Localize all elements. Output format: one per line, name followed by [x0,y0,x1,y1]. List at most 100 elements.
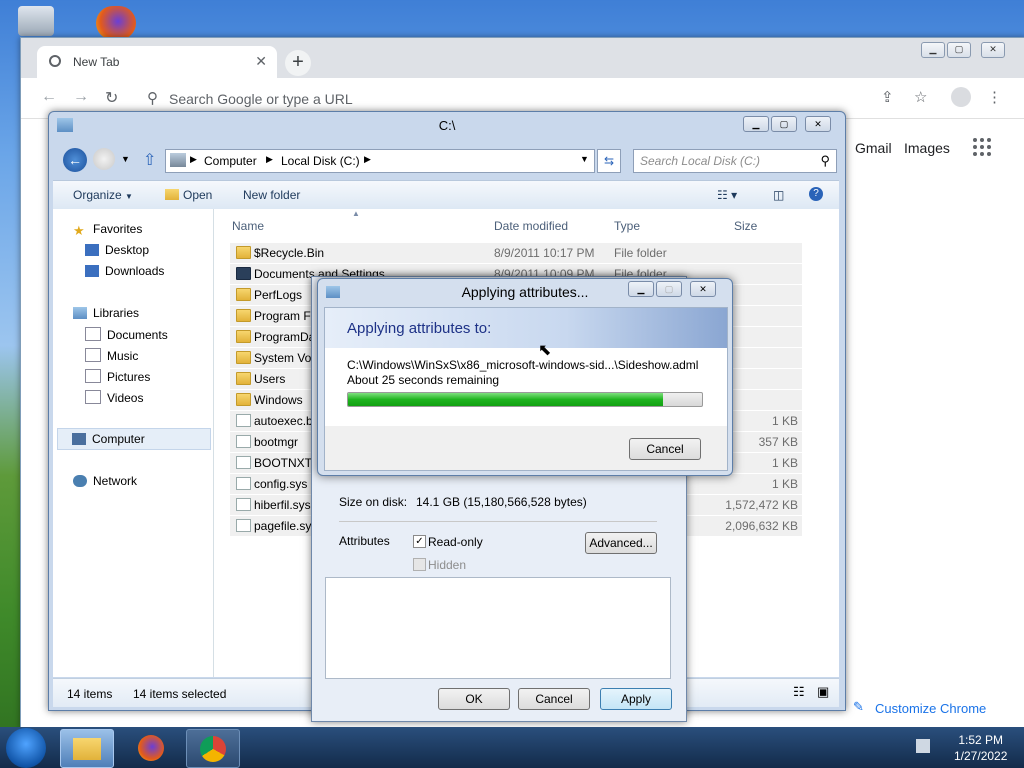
nav-favorites[interactable]: ★ Favorites [73,222,142,238]
folder-icon [236,309,251,322]
progress-fill [348,393,664,406]
firefox-desktop-icon[interactable] [96,6,136,40]
folder-icon [73,738,101,760]
bookmark-star-icon[interactable]: ☆ [914,88,927,106]
readonly-checkbox[interactable]: ✓ [413,535,426,548]
new-folder-button[interactable]: New folder [243,188,300,202]
up-arrow-icon[interactable]: ⇧ [143,150,156,170]
open-label: Open [183,188,213,202]
minimize-button[interactable]: ▁ [921,42,945,58]
file-name: autoexec.b [254,414,313,428]
start-button[interactable] [6,728,46,768]
reload-icon[interactable]: ↻ [105,88,118,108]
file-size: 2,096,632 KB [725,519,798,533]
taskbar-chrome-button[interactable] [186,729,240,768]
folder-open-icon [165,189,179,200]
cancel-button[interactable]: Cancel [518,688,590,710]
file-icon [236,519,251,532]
nav-videos[interactable]: Videos [85,390,143,405]
thumbnail-view-icon[interactable]: ▣ [817,684,829,700]
file-name: System Vol [254,351,315,365]
close-button[interactable]: ✕ [981,42,1005,58]
dialog-cancel-button[interactable]: Cancel [629,438,701,460]
apps-grid-icon[interactable] [973,138,991,156]
column-header-size[interactable]: Size [734,219,757,233]
images-link[interactable]: Images [904,140,950,156]
pictures-icon [85,369,101,383]
dialog-close-button[interactable]: ✕ [690,281,716,297]
firefox-icon [138,735,164,761]
advanced-button[interactable]: Advanced... [585,532,657,554]
forward-button[interactable] [93,148,115,170]
explorer-close-button[interactable]: ✕ [805,116,831,132]
organize-button[interactable]: Organize ▼ [73,188,133,202]
nav-network[interactable]: Network [73,474,137,488]
column-header-type[interactable]: Type [614,219,640,233]
breadcrumb-separator-icon: ▶ [190,154,197,164]
applying-attributes-dialog: Applying attributes... ▁ ▢ ✕ Applying at… [317,278,733,476]
tab-new-tab[interactable]: New Tab ✕ [37,46,277,78]
table-row[interactable]: $Recycle.Bin 8/9/2011 10:17 PM File folder [230,243,802,264]
nav-network-label: Network [93,474,138,488]
ok-button[interactable]: OK [438,688,510,710]
nav-downloads-label: Downloads [105,264,165,278]
breadcrumb-computer[interactable]: Computer [204,154,257,168]
taskbar-explorer-button[interactable] [60,729,114,768]
maximize-button[interactable]: ▢ [947,42,971,58]
help-icon[interactable]: ? [809,187,823,201]
menu-icon[interactable]: ⋮ [987,88,1002,106]
explorer-search-input[interactable]: Search Local Disk (C:) ⚲ [633,149,837,173]
nav-computer-label: Computer [92,432,145,446]
column-header-date[interactable]: Date modified [494,219,568,233]
omnibox[interactable]: ⚲ Search Google or type a URL [137,83,965,113]
navigation-pane: ★ Favorites Desktop Downloads Libraries D… [53,209,214,677]
preview-pane-icon[interactable]: ◫ [773,188,784,202]
dialog-heading: Applying attributes to: [347,320,492,337]
address-bar[interactable]: ▶ Computer ▶ Local Disk (C:) ▶ ▼ [165,149,595,173]
file-size: 1 KB [771,477,798,491]
time-remaining: About 25 seconds remaining [347,373,500,387]
recent-pages-chevron-icon[interactable]: ▼ [121,154,130,164]
profile-icon[interactable] [951,87,971,107]
recycle-bin-icon[interactable] [18,6,54,36]
file-name: $Recycle.Bin [254,246,325,260]
chrome-tab-icon [49,55,61,67]
explorer-maximize-button[interactable]: ▢ [771,116,797,132]
address-dropdown-icon[interactable]: ▼ [580,154,589,164]
new-tab-button[interactable]: + [285,50,311,76]
selected-count: 14 items selected [133,687,227,701]
apply-button[interactable]: Apply [600,688,672,710]
details-view-icon[interactable]: ☷ [793,684,805,700]
clock[interactable]: 1:52 PM 1/27/2022 [954,733,1007,763]
file-type: File folder [614,246,667,260]
explorer-minimize-button[interactable]: ▁ [743,116,769,132]
refresh-icon[interactable]: ⇆ [597,149,621,173]
dialog-minimize-button[interactable]: ▁ [628,281,654,297]
breadcrumb-separator-icon: ▶ [266,154,273,164]
customize-chrome-button[interactable]: ✎ Customize Chrome [841,693,1001,723]
back-button[interactable]: ← [63,148,87,172]
nav-documents[interactable]: Documents [85,327,168,342]
hidden-checkbox[interactable] [413,558,426,571]
nav-documents-label: Documents [107,328,168,342]
nav-libraries[interactable]: Libraries [73,306,139,320]
forward-icon[interactable]: → [73,88,89,106]
folder-icon [236,288,251,301]
taskbar-firefox-button[interactable] [126,729,178,766]
nav-desktop[interactable]: Desktop [85,243,149,257]
nav-pictures[interactable]: Pictures [85,369,150,384]
mouse-cursor: ⬉ [538,342,552,359]
open-button[interactable]: Open [165,188,212,202]
nav-computer[interactable]: Computer [57,428,211,450]
close-icon[interactable]: ✕ [255,53,267,70]
breadcrumb-local-disk[interactable]: Local Disk (C:) [281,154,360,168]
back-icon[interactable]: ← [41,88,57,106]
gmail-link[interactable]: Gmail [855,140,892,156]
nav-music[interactable]: Music [85,348,138,363]
file-name: pagefile.sys [254,519,318,533]
network-tray-icon[interactable] [916,739,930,753]
nav-downloads[interactable]: Downloads [85,264,164,278]
view-options-icon[interactable]: ☷ ▾ [717,188,737,202]
share-icon[interactable]: ⇪ [881,88,894,106]
column-header-name[interactable]: Name [232,219,264,233]
